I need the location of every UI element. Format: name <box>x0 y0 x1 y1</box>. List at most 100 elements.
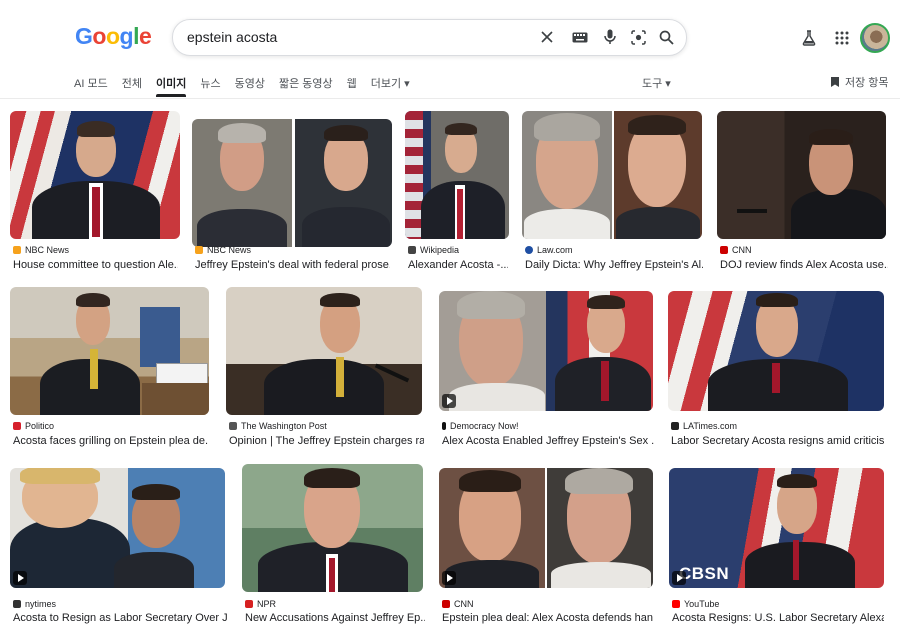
logo-letter: o <box>92 23 106 49</box>
result-thumbnail[interactable]: CBSN <box>669 468 884 588</box>
result-title[interactable]: Epstein plea deal: Alex Acosta defends h… <box>442 612 654 624</box>
result-title[interactable]: Acosta faces grilling on Epstein plea de… <box>13 435 208 447</box>
microphone-icon[interactable] <box>601 28 619 46</box>
result-title[interactable]: Alex Acosta Enabled Jeffrey Epstein's Se… <box>442 435 654 447</box>
logo-letter: o <box>105 23 120 49</box>
logo-letter: g <box>119 23 134 49</box>
result-thumbnail[interactable] <box>10 468 225 588</box>
result-title[interactable]: Acosta to Resign as Labor Secretary Over… <box>13 612 227 624</box>
image-result[interactable]: Democracy Now! Alex Acosta Enabled Jeffr… <box>439 291 654 451</box>
image-result[interactable]: The Washington Post Opinion | The Jeffre… <box>226 287 424 447</box>
result-source: CNN <box>720 245 752 255</box>
image-result[interactable]: Wikipedia Alexander Acosta -... <box>405 111 510 271</box>
lawcom-icon <box>525 246 533 254</box>
result-thumbnail[interactable] <box>522 111 702 239</box>
saved-items-button[interactable]: 저장 항목 <box>830 74 889 90</box>
cbsn-overlay-logo: CBSN <box>679 564 730 583</box>
result-title[interactable]: New Accusations Against Jeffrey Ep... <box>245 612 425 624</box>
image-result[interactable]: LATimes.com Labor Secretary Acosta resig… <box>668 291 885 451</box>
tab-short-videos[interactable]: 짧은 동영상 <box>279 75 333 95</box>
result-thumbnail[interactable] <box>439 468 653 588</box>
result-source: NBC News <box>13 245 69 255</box>
result-title[interactable]: Alexander Acosta -... <box>408 259 508 271</box>
result-source: NPR <box>245 599 276 609</box>
result-source: Law.com <box>525 245 573 255</box>
search-box[interactable]: epstein acosta <box>172 19 687 56</box>
result-title[interactable]: Acosta Resigns: U.S. Labor Secretary Ale… <box>672 612 884 624</box>
tab-news[interactable]: 뉴스 <box>200 75 220 95</box>
result-source: Wikipedia <box>408 245 459 255</box>
democracy-now-icon <box>442 422 446 430</box>
search-input[interactable]: epstein acosta <box>187 29 277 45</box>
tab-ai-mode[interactable]: AI 모드 <box>74 75 108 95</box>
result-source: The Washington Post <box>229 421 327 431</box>
image-result[interactable]: CNN DOJ review finds Alex Acosta use... <box>717 111 888 271</box>
youtube-icon <box>672 600 680 608</box>
latimes-icon <box>671 422 679 430</box>
result-thumbnail[interactable] <box>242 464 423 592</box>
apps-grid-icon[interactable] <box>831 27 853 49</box>
wikipedia-icon <box>408 246 416 254</box>
video-play-icon <box>442 571 456 585</box>
image-result[interactable]: NBC News Jeffrey Epstein's deal with fed… <box>192 111 392 271</box>
result-title[interactable]: Opinion | The Jeffrey Epstein charges ra… <box>229 435 424 447</box>
washington-post-icon <box>229 422 237 430</box>
tab-web[interactable]: 웹 <box>347 75 357 95</box>
lens-camera-icon[interactable] <box>629 28 647 46</box>
cnn-icon <box>720 246 728 254</box>
tab-videos[interactable]: 동영상 <box>235 75 265 95</box>
result-thumbnail[interactable] <box>226 287 422 415</box>
image-result[interactable]: nytimes Acosta to Resign as Labor Secret… <box>10 468 227 628</box>
search-tabs: AI 모드 전체 이미지 뉴스 동영상 짧은 동영상 웹 더보기 ▾ <box>74 75 424 97</box>
account-avatar[interactable] <box>860 23 890 53</box>
result-source: nytimes <box>13 599 56 609</box>
clear-icon[interactable] <box>538 28 556 46</box>
image-result[interactable]: CBSN YouTube Acosta Resigns: U.S. Labor … <box>669 468 885 628</box>
nbc-peacock-icon <box>13 246 21 254</box>
result-title[interactable]: House committee to question Ale... <box>13 259 178 271</box>
result-source: LATimes.com <box>671 421 737 431</box>
bookmark-icon <box>831 77 839 87</box>
result-title[interactable]: Jeffrey Epstein's deal with federal pros… <box>195 259 390 271</box>
header: Google epstein acosta AI 모드 전체 이미지 뉴스 동영… <box>0 0 900 99</box>
tab-images[interactable]: 이미지 <box>155 75 187 97</box>
nytimes-icon <box>13 600 21 608</box>
saved-items-label: 저장 항목 <box>845 77 889 89</box>
result-thumbnail[interactable] <box>10 287 209 415</box>
nbc-peacock-icon <box>195 246 203 254</box>
result-source: Politico <box>13 421 54 431</box>
image-result[interactable]: Politico Acosta faces grilling on Epstei… <box>10 287 209 447</box>
logo-letter: G <box>75 23 93 49</box>
result-source: CNN <box>442 599 474 609</box>
google-logo[interactable]: Google <box>75 23 152 50</box>
tools-button[interactable]: 도구 ▾ <box>642 75 671 91</box>
video-play-icon <box>672 571 686 585</box>
politico-icon <box>13 422 21 430</box>
image-result[interactable]: NBC News House committee to question Ale… <box>10 111 180 271</box>
result-thumbnail[interactable] <box>668 291 884 411</box>
result-thumbnail[interactable] <box>10 111 180 239</box>
result-title[interactable]: DOJ review finds Alex Acosta use... <box>720 259 888 271</box>
result-source: Democracy Now! <box>442 421 519 431</box>
keyboard-icon[interactable] <box>571 28 589 46</box>
video-play-icon <box>442 394 456 408</box>
result-source: YouTube <box>672 599 719 609</box>
result-thumbnail[interactable] <box>717 111 886 239</box>
image-result[interactable]: CNN Epstein plea deal: Alex Acosta defen… <box>439 468 654 628</box>
video-play-icon <box>13 571 27 585</box>
npr-icon <box>245 600 253 608</box>
image-result[interactable]: Law.com Daily Dicta: Why Jeffrey Epstein… <box>522 111 704 271</box>
tab-more[interactable]: 더보기 ▾ <box>371 75 410 95</box>
image-result[interactable]: NPR New Accusations Against Jeffrey Ep..… <box>242 464 425 624</box>
result-source: NBC News <box>195 245 251 255</box>
result-thumbnail[interactable] <box>192 119 392 247</box>
result-title[interactable]: Labor Secretary Acosta resigns amid crit… <box>671 435 885 447</box>
cnn-icon <box>442 600 450 608</box>
logo-letter: e <box>138 23 152 49</box>
tab-all[interactable]: 전체 <box>122 75 142 95</box>
labs-flask-icon[interactable] <box>798 27 820 49</box>
result-thumbnail[interactable] <box>405 111 509 239</box>
result-thumbnail[interactable] <box>439 291 653 411</box>
result-title[interactable]: Daily Dicta: Why Jeffrey Epstein's Al... <box>525 259 703 271</box>
search-icon[interactable] <box>657 28 675 46</box>
